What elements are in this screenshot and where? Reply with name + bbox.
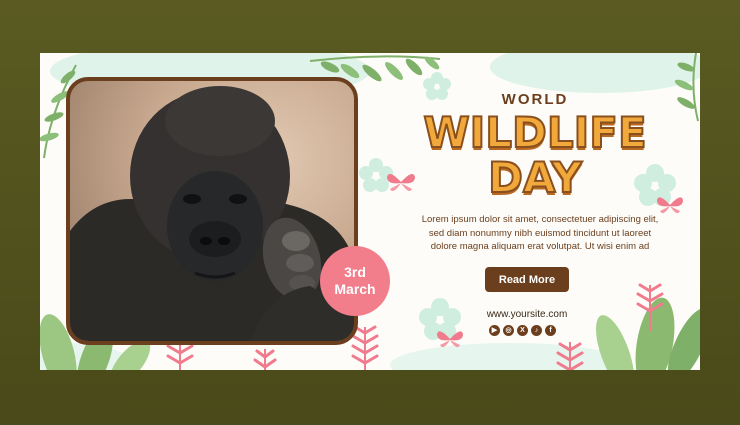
butterfly-icon xyxy=(437,331,463,348)
body-line: sed diam nonummy nibh euismod tincidunt … xyxy=(428,227,652,239)
date-month: March xyxy=(334,281,376,297)
date-day: 3rd xyxy=(344,264,366,280)
social-icons: ▶ ◎ X ♪ f xyxy=(489,325,556,336)
pink-fern-right xyxy=(636,283,664,331)
wildlife-day-banner: 3rd March WORLD WILDLIFE DAY Lorem ipsum… xyxy=(40,53,700,370)
x-icon[interactable]: X xyxy=(517,325,528,336)
title-day: DAY xyxy=(487,153,583,202)
tiktok-icon[interactable]: ♪ xyxy=(531,325,542,336)
website-link[interactable]: www.yoursite.com xyxy=(470,309,584,320)
instagram-icon[interactable]: ◎ xyxy=(503,325,514,336)
mint-flower-4 xyxy=(423,72,451,100)
body-line: dolore magna aliquam erat volutpat. Ut w… xyxy=(430,241,650,252)
date-badge: 3rd March xyxy=(320,246,390,316)
read-more-button[interactable]: Read More xyxy=(485,267,569,292)
pink-fern-left xyxy=(253,349,277,370)
body-line: Lorem ipsum dolor sit amet, consectetuer… xyxy=(421,214,659,225)
pink-fern-bottom-3 xyxy=(556,342,584,370)
title-world: WORLD xyxy=(501,91,569,108)
facebook-icon[interactable]: f xyxy=(545,325,556,336)
body-text: Lorem ipsum dolor sit amet, consectetuer… xyxy=(405,213,675,254)
gorilla-photo xyxy=(66,77,358,345)
title-wildlife: WILDLIFE xyxy=(422,108,647,157)
youtube-icon[interactable]: ▶ xyxy=(489,325,500,336)
gorilla-illustration xyxy=(70,86,354,341)
